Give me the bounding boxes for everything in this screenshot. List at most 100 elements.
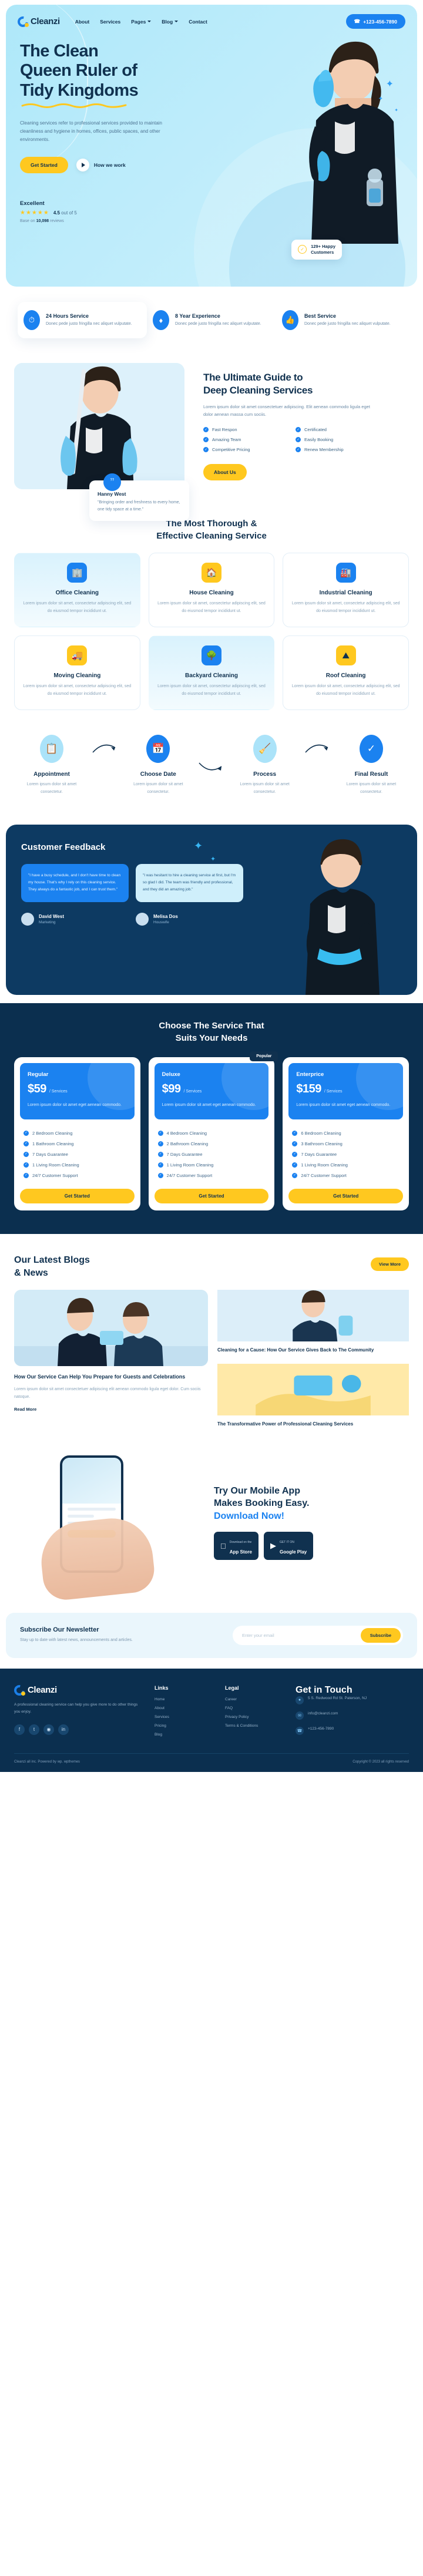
clock-24-icon: ⏱ (24, 310, 40, 330)
subscribe-button[interactable]: Subscribe (360, 1627, 401, 1643)
nav-item-services[interactable]: Services (100, 19, 120, 25)
plan-feature: ✓ 2 Bathroom Cleaning (157, 1138, 266, 1149)
newsletter-email-input[interactable] (235, 1627, 361, 1643)
check-icon: ✓ (292, 1151, 298, 1157)
feature-card-24-hours[interactable]: ⏱ 24 Hours Service Donec pede justo frin… (18, 302, 147, 338)
footer-link[interactable]: Career (225, 1697, 281, 1701)
footer-link[interactable]: Services (155, 1715, 211, 1719)
facebook-icon[interactable]: f (14, 1724, 25, 1735)
google-play-button[interactable]: ▶ GET IT ON Google Play (263, 1532, 314, 1561)
store-name: Google Play (274, 1549, 307, 1555)
nav-links: About Services Pages Blog Contact (75, 19, 207, 25)
service-desc: Lorem ipsum dolor sit amet, consectetur … (23, 684, 132, 696)
footer-link[interactable]: Terms & Conditions (225, 1724, 281, 1728)
check-icon: ✓ (24, 1172, 29, 1178)
service-title: Roof Cleaning (325, 672, 366, 680)
get-started-button[interactable]: Get Started (20, 157, 68, 174)
blogs-heading: Our Latest Blogs & News (14, 1255, 90, 1278)
footer-link[interactable]: Privacy Policy (225, 1715, 281, 1719)
service-title: Backyard Cleaning (184, 672, 239, 680)
plan-cta-button[interactable]: Get Started (20, 1189, 135, 1204)
service-card-backyard[interactable]: 🌳 Backyard Cleaning Lorem ipsum dolor si… (148, 635, 275, 711)
guide-title: The Ultimate Guide to Deep Cleaning Serv… (203, 372, 313, 396)
phone-screen-line (68, 1514, 94, 1518)
plan-cta-button[interactable]: Get Started (154, 1189, 269, 1204)
step-desc: Lorem ipsum dolor sit amet consectetur. (26, 782, 77, 794)
contact-email[interactable]: ✉ info@cleanzi.com (296, 1711, 409, 1720)
check-circle-icon: ✓ (298, 245, 307, 254)
feature-card-experience[interactable]: ♦ 8 Year Experience Donec pede justo fri… (147, 302, 276, 338)
nav-label: Contact (189, 18, 207, 25)
contact-phone[interactable]: ☎ +123-456-7890 (296, 1726, 409, 1735)
sparkle-icon: ✦ (378, 96, 383, 102)
arrow-right-icon (92, 745, 116, 753)
blog-side-card[interactable]: Cleaning for a Cause: How Our Service Gi… (217, 1290, 409, 1354)
check-shield-icon: ✓ (359, 735, 383, 764)
how-we-work-button[interactable]: How we work (76, 159, 126, 172)
app-store-button[interactable]:  Download on the App Store (214, 1532, 258, 1561)
testimonial-section: ✦ ✦ Customer Feedback "I have a busy sch… (6, 824, 417, 995)
service-desc: Lorem ipsum dolor sit amet, consectetur … (23, 601, 132, 613)
how-we-work-label: How we work (93, 162, 126, 169)
nav-item-about[interactable]: About (75, 19, 90, 25)
office-icon: 🏢 (67, 563, 88, 583)
contact-address: ● 5 S. Redwood Rd St. Paterson, NJ (296, 1696, 409, 1704)
read-more-link[interactable]: Read More (14, 1407, 36, 1412)
rating-block: Excellent ★★★★★ 4.5 out of 5 Base on 10,… (20, 200, 214, 223)
feature-desc: Donec pede justo fringilla nec aliquet v… (304, 321, 391, 326)
phone-button[interactable]: ☎ +123-456-7890 (345, 14, 405, 29)
footer-link[interactable]: About (155, 1706, 211, 1710)
service-card-house[interactable]: 🏠 House Cleaning Lorem ipsum dolor sit a… (148, 553, 275, 628)
service-desc: Lorem ipsum dolor sit amet, consectetur … (291, 684, 400, 696)
footer-logo[interactable]: Cleanzi (14, 1685, 140, 1696)
testimonial-card: "I have a busy schedule, and I don't hav… (21, 863, 129, 902)
nav-label: Blog (162, 18, 173, 25)
chevron-down-icon (174, 21, 179, 22)
instagram-icon[interactable]: ◉ (43, 1724, 54, 1735)
app-heading: Try Our Mobile App Makes Booking Easy. D… (214, 1485, 310, 1521)
about-us-button[interactable]: About Us (203, 464, 247, 481)
footer-link[interactable]: FAQ (225, 1706, 281, 1710)
happy-customers-badge: ✓ 129+ Happy Customers (291, 239, 342, 260)
plan-period: / Services (324, 1089, 343, 1094)
blog-featured-card[interactable]: How Our Service Can Help You Prepare for… (14, 1290, 208, 1428)
feature-title: 8 Year Experience (175, 312, 220, 319)
footer-column-heading: Legal (225, 1684, 239, 1691)
logo[interactable]: Cleanzi (18, 16, 60, 27)
nav-item-contact[interactable]: Contact (189, 19, 207, 25)
view-more-button[interactable]: View More (371, 1257, 409, 1272)
blog-side-title: The Transformative Power of Professional… (217, 1421, 354, 1427)
nav-label: Pages (131, 18, 146, 25)
service-title: Moving Cleaning (53, 672, 101, 680)
apple-icon:  (220, 1542, 226, 1551)
nav-item-blog[interactable]: Blog (162, 18, 179, 25)
phone-screen-image (62, 1457, 121, 1504)
process-step-choose-date: 📅 Choose Date Lorem ipsum dolor sit amet… (123, 735, 193, 796)
location-icon: ● (296, 1696, 304, 1704)
service-title: Industrial Cleaning (319, 590, 372, 596)
footer-bottom-link[interactable]: Copyright © 2023 all rights reserved (352, 1760, 409, 1764)
nav-item-pages[interactable]: Pages (131, 18, 152, 25)
footer-link[interactable]: Pricing (155, 1724, 211, 1728)
pricing-heading: Choose The Service That Suits Your Needs (159, 1020, 264, 1043)
feature-card-best-service[interactable]: 👍 Best Service Donec pede justo fringill… (276, 302, 405, 338)
blog-side-card[interactable]: The Transformative Power of Professional… (217, 1364, 409, 1428)
service-card-office[interactable]: 🏢 Office Cleaning Lorem ipsum dolor sit … (14, 553, 140, 628)
diamond-icon: ♦ (153, 310, 169, 330)
plan-feature: ✓ 1 Living Room Cleaning (157, 1159, 266, 1170)
twitter-icon[interactable]: t (29, 1724, 39, 1735)
service-card-roof[interactable]: ⛰ Roof Cleaning Lorem ipsum dolor sit am… (283, 635, 409, 711)
check-icon: ✓ (292, 1141, 298, 1146)
calendar-check-icon: 📅 (146, 735, 170, 764)
footer-logo-text: Cleanzi (28, 1685, 57, 1696)
testimonial-photo (306, 839, 380, 995)
footer-link[interactable]: Blog (155, 1733, 211, 1737)
guide-description: Lorem ipsum dolor sit amet consectetuer … (203, 403, 370, 418)
footer-link[interactable]: Home (155, 1697, 211, 1701)
linkedin-icon[interactable]: in (58, 1724, 69, 1735)
plan-cta-button[interactable]: Get Started (288, 1189, 403, 1204)
plan-feature: ✓ 1 Living Room Cleaning (24, 1159, 131, 1170)
service-card-industrial[interactable]: 🏭 Industrial Cleaning Lorem ipsum dolor … (283, 553, 409, 628)
service-card-moving[interactable]: 🚚 Moving Cleaning Lorem ipsum dolor sit … (14, 635, 140, 711)
plan-feature: ✓ 1 Living Room Cleaning (292, 1159, 400, 1170)
